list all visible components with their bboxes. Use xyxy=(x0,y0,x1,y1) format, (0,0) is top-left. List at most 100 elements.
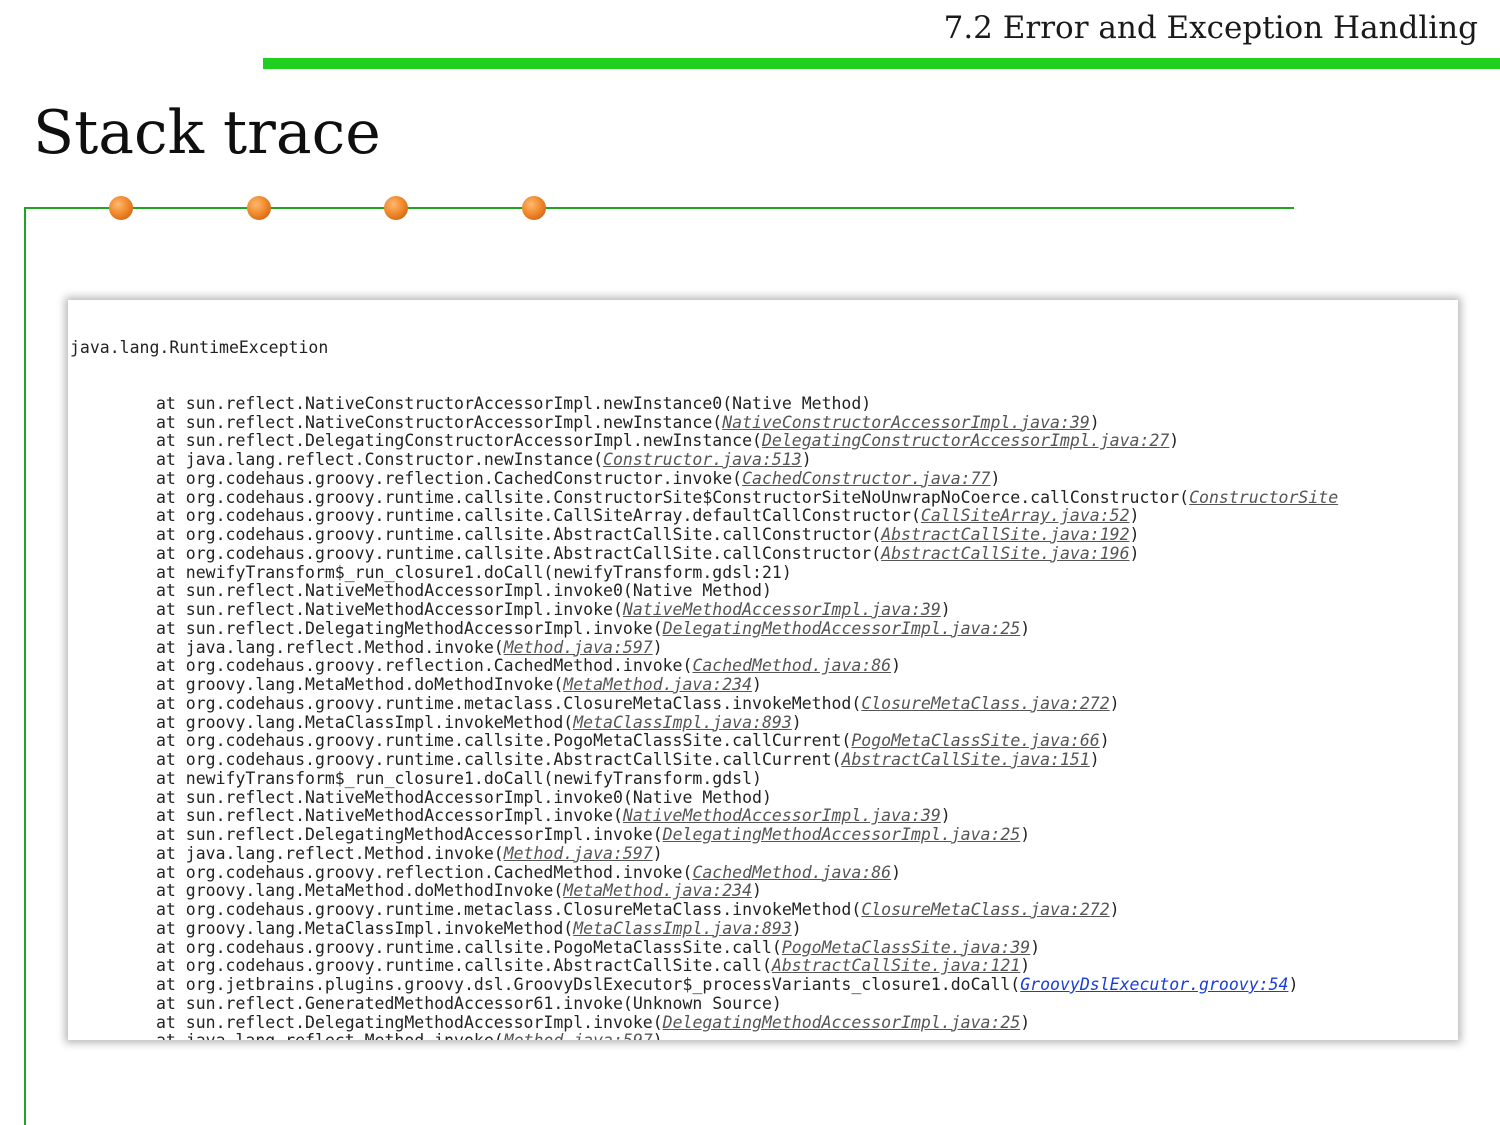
source-file-link[interactable]: ClosureMetaClass.java:272 xyxy=(861,900,1109,919)
source-file-link[interactable]: NativeMethodAccessorImpl.java:39 xyxy=(623,600,941,619)
stack-frame-line: at sun.reflect.DelegatingMethodAccessorI… xyxy=(70,825,1458,845)
frame-call: at java.lang.reflect.Method.invoke( xyxy=(156,1031,504,1040)
source-file-link[interactable]: GroovyDslExecutor.groovy:54 xyxy=(1020,975,1288,994)
source-file-link[interactable]: PogoMetaClassSite.java:39 xyxy=(782,938,1030,957)
frame-top-line xyxy=(24,207,1294,209)
frame-close-paren: ) xyxy=(940,600,951,619)
frame-close-paren: ) xyxy=(940,806,951,826)
stack-frame-line: at org.codehaus.groovy.runtime.callsite.… xyxy=(70,731,1458,751)
frame-call: at newifyTransform$_run_closure1.doCall(… xyxy=(156,562,792,582)
frame-call: at org.codehaus.groovy.runtime.callsite.… xyxy=(156,731,852,751)
source-file-link[interactable]: AbstractCallSite.java:196 xyxy=(881,544,1129,563)
frame-call: at org.codehaus.groovy.runtime.callsite.… xyxy=(156,525,882,544)
stack-frame-line: at java.lang.reflect.Method.invoke(Metho… xyxy=(70,1031,1458,1040)
frame-close-paren: ) xyxy=(752,881,762,901)
source-file-link[interactable]: MetaMethod.java:234 xyxy=(563,675,752,694)
source-file-link[interactable]: DelegatingMethodAccessorImpl.java:25 xyxy=(663,825,1021,844)
frame-call: at org.codehaus.groovy.reflection.Cached… xyxy=(156,656,693,676)
frame-call: at org.codehaus.groovy.runtime.metaclass… xyxy=(156,900,862,919)
source-file-link[interactable]: Constructor.java:513 xyxy=(603,450,802,469)
stack-frame-line: at org.codehaus.groovy.runtime.callsite.… xyxy=(70,525,1458,545)
frame-close-paren: ) xyxy=(1089,412,1100,432)
bullet-dot-4 xyxy=(522,196,546,220)
source-file-link[interactable]: CallSiteArray.java:52 xyxy=(921,506,1130,525)
bullet-dot-2 xyxy=(247,196,271,220)
source-file-link[interactable]: DelegatingMethodAccessorImpl.java:25 xyxy=(663,619,1021,638)
frame-close-paren: ) xyxy=(791,918,802,938)
frame-call: at groovy.lang.MetaClassImpl.invokeMetho… xyxy=(156,712,574,732)
frame-close-paren: ) xyxy=(652,843,663,863)
source-file-link[interactable]: Method.java:597 xyxy=(504,1031,653,1040)
source-file-link[interactable]: Method.java:597 xyxy=(504,638,653,657)
stack-trace-screenshot: java.lang.RuntimeException at sun.reflec… xyxy=(68,300,1458,1040)
frame-close-paren: ) xyxy=(1129,543,1140,563)
source-file-link[interactable]: MetaClassImpl.java:893 xyxy=(573,713,792,732)
stack-frame-line: at org.codehaus.groovy.runtime.metaclass… xyxy=(70,693,1458,714)
frame-close-paren: ) xyxy=(752,675,762,694)
frame-close-paren: ) xyxy=(1129,506,1140,526)
stack-trace-text: java.lang.RuntimeException at sun.reflec… xyxy=(68,300,1458,1040)
stack-frame-line: at groovy.lang.MetaClassImpl.invokeMetho… xyxy=(70,712,1458,733)
frame-close-paren: ) xyxy=(652,637,663,657)
source-file-link[interactable]: ClosureMetaClass.java:272 xyxy=(861,694,1109,713)
slide-title: Stack trace xyxy=(33,98,381,168)
source-file-link[interactable]: AbstractCallSite.java:151 xyxy=(841,750,1089,769)
source-file-link[interactable]: NativeConstructorAccessorImpl.java:39 xyxy=(722,413,1090,432)
stack-frame-line: at org.codehaus.groovy.runtime.callsite.… xyxy=(70,506,1458,526)
bullet-dot-1 xyxy=(109,196,133,220)
frame-call: at groovy.lang.MetaClassImpl.invokeMetho… xyxy=(156,918,574,938)
frame-call: at org.codehaus.groovy.runtime.callsite.… xyxy=(156,543,882,563)
frame-call: at sun.reflect.DelegatingMethodAccessorI… xyxy=(156,825,663,844)
stack-frame-line: at sun.reflect.NativeMethodAccessorImpl.… xyxy=(70,581,1458,601)
source-file-link[interactable]: ConstructorSite xyxy=(1189,488,1338,507)
frame-call: at groovy.lang.MetaMethod.doMethodInvoke… xyxy=(156,675,564,694)
stack-frame-line: at groovy.lang.MetaClassImpl.invokeMetho… xyxy=(70,918,1458,939)
source-file-link[interactable]: CachedMethod.java:86 xyxy=(692,863,891,882)
source-file-link[interactable]: MetaMethod.java:234 xyxy=(563,881,752,900)
frame-call: at sun.reflect.NativeMethodAccessorImpl.… xyxy=(156,581,772,601)
stack-frame-line: at groovy.lang.MetaMethod.doMethodInvoke… xyxy=(70,881,1458,901)
exception-line: java.lang.RuntimeException xyxy=(70,337,329,357)
stack-frame-line: at sun.reflect.DelegatingMethodAccessorI… xyxy=(70,618,1458,639)
source-file-link[interactable]: CachedConstructor.java:77 xyxy=(742,469,990,488)
frame-close-paren: ) xyxy=(1129,525,1140,544)
header-rule xyxy=(263,58,1500,69)
frame-call: at java.lang.reflect.Constructor.newInst… xyxy=(156,450,604,469)
stack-frame-line: at org.codehaus.groovy.runtime.callsite.… xyxy=(70,488,1458,508)
stack-frame-line: at org.codehaus.groovy.runtime.callsite.… xyxy=(70,543,1458,564)
source-file-link[interactable]: NativeMethodAccessorImpl.java:39 xyxy=(623,806,941,825)
frame-close-paren: ) xyxy=(1020,618,1031,638)
frame-call: at org.codehaus.groovy.runtime.metaclass… xyxy=(156,693,862,713)
source-file-link[interactable]: PogoMetaClassSite.java:66 xyxy=(851,731,1099,750)
stack-frame-line: at newifyTransform$_run_closure1.doCall(… xyxy=(70,769,1458,789)
source-file-link[interactable]: DelegatingConstructorAccessorImpl.java:2… xyxy=(762,431,1169,450)
source-file-link[interactable]: AbstractCallSite.java:121 xyxy=(772,956,1020,975)
frame-call: at org.codehaus.groovy.runtime.callsite.… xyxy=(156,937,782,957)
stack-frame-line: at java.lang.reflect.Method.invoke(Metho… xyxy=(70,843,1458,864)
stack-frame-line: at sun.reflect.NativeMethodAccessorImpl.… xyxy=(70,788,1458,808)
stack-frame-line: at org.codehaus.groovy.runtime.callsite.… xyxy=(70,956,1458,976)
frame-close-paren: ) xyxy=(791,712,802,732)
source-file-link[interactable]: Method.java:597 xyxy=(504,844,653,863)
stack-frame-line: at sun.reflect.NativeMethodAccessorImpl.… xyxy=(70,806,1458,826)
frame-call: at org.codehaus.groovy.runtime.callsite.… xyxy=(156,506,921,526)
frame-call: at org.codehaus.groovy.reflection.Cached… xyxy=(156,468,743,488)
stack-frame-line: at sun.reflect.NativeConstructorAccessor… xyxy=(70,394,1458,414)
stack-frame-line: at sun.reflect.NativeMethodAccessorImpl.… xyxy=(70,600,1458,620)
stack-frame-line: at org.codehaus.groovy.runtime.metaclass… xyxy=(70,900,1458,920)
frame-close-paren: ) xyxy=(1109,693,1120,713)
source-file-link[interactable]: DelegatingMethodAccessorImpl.java:25 xyxy=(663,1013,1021,1032)
source-file-link[interactable]: CachedMethod.java:86 xyxy=(692,656,891,675)
frame-call: at sun.reflect.GeneratedMethodAccessor61… xyxy=(156,993,782,1013)
frame-call: at sun.reflect.NativeConstructorAccessor… xyxy=(156,412,723,432)
frame-call: at org.codehaus.groovy.runtime.callsite.… xyxy=(156,750,842,769)
stack-frame-line: at org.codehaus.groovy.reflection.Cached… xyxy=(70,863,1458,883)
frame-close-paren: ) xyxy=(1288,975,1299,994)
stack-frame-line: at java.lang.reflect.Constructor.newInst… xyxy=(70,450,1458,470)
stack-frame-line: at sun.reflect.GeneratedMethodAccessor61… xyxy=(70,993,1458,1014)
stack-frame-line: at sun.reflect.DelegatingConstructorAcce… xyxy=(70,431,1458,451)
source-file-link[interactable]: AbstractCallSite.java:192 xyxy=(881,525,1129,544)
source-file-link[interactable]: MetaClassImpl.java:893 xyxy=(573,919,792,938)
frame-left-line xyxy=(24,207,26,1125)
frame-call: at org.codehaus.groovy.runtime.callsite.… xyxy=(156,956,772,976)
